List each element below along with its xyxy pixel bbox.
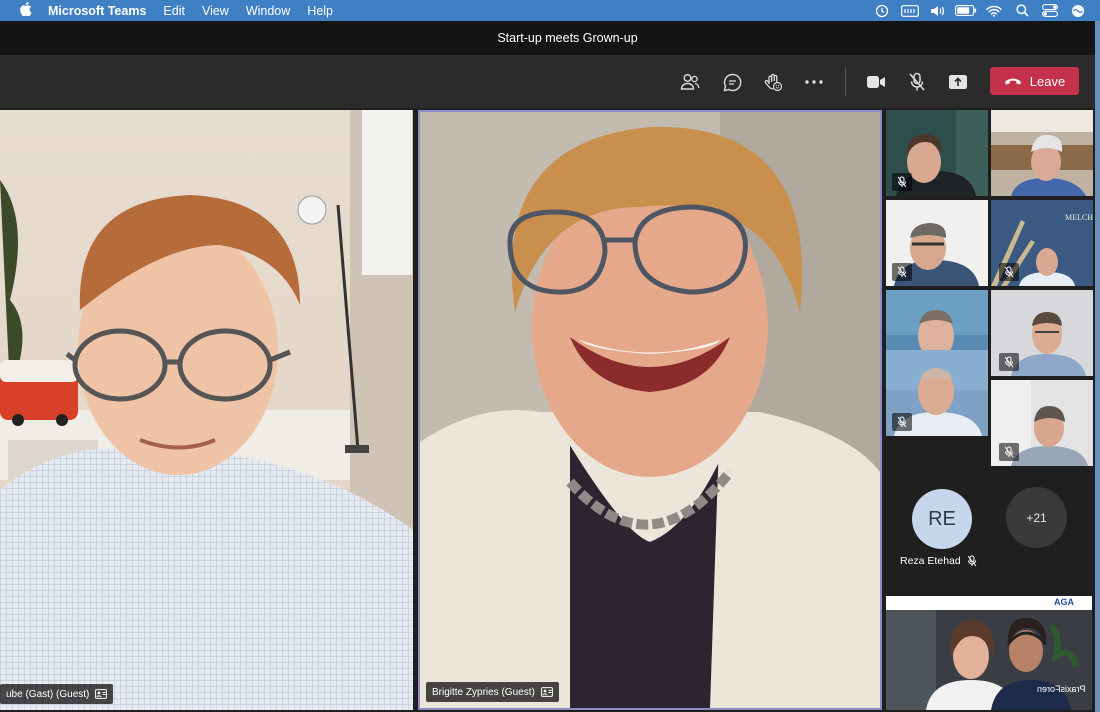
video-tile-small-4[interactable]: MELCHE: [991, 200, 1093, 286]
mic-muted-icon: [909, 72, 925, 91]
name-tag-center: Brigitte Zypries (Guest): [426, 682, 559, 702]
control-center-icon[interactable]: [1036, 0, 1064, 21]
menu-edit[interactable]: Edit: [163, 4, 185, 18]
tile-logo-text: MELCHE: [1065, 213, 1093, 222]
video-tile-small-3[interactable]: [886, 200, 988, 286]
menu-bar-status-area: [868, 0, 1092, 21]
wifi-icon[interactable]: [980, 0, 1008, 21]
meeting-toolbar: Leave: [0, 55, 1095, 108]
muted-indicator: [999, 443, 1019, 461]
company-logo: AGA: [1054, 597, 1074, 607]
volume-icon[interactable]: [924, 0, 952, 21]
participant-video-left: [0, 110, 413, 710]
more-participants-button[interactable]: +21: [1006, 487, 1067, 548]
meeting-title: Start-up meets Grown-up: [497, 31, 638, 45]
apple-logo-icon[interactable]: [18, 2, 34, 19]
video-tile-small-1[interactable]: [886, 110, 988, 196]
participant-name-left: ube (Gast) (Guest): [6, 688, 90, 700]
mic-button[interactable]: [902, 67, 932, 97]
share-screen-icon: [949, 75, 967, 89]
menu-help[interactable]: Help: [307, 4, 333, 18]
chat-button[interactable]: [717, 67, 747, 97]
mic-muted-icon: [897, 176, 907, 188]
reactions-icon: [764, 73, 783, 92]
keyboard-input-icon[interactable]: [896, 0, 924, 21]
more-actions-button[interactable]: [799, 67, 829, 97]
video-tile-bottom-right[interactable]: AGA PraxisForen: [886, 596, 1092, 710]
macos-menu-bar: Microsoft Teams Edit View Window Help: [0, 0, 1100, 21]
share-button[interactable]: [943, 67, 973, 97]
reactions-button[interactable]: [758, 67, 788, 97]
menu-app-name[interactable]: Microsoft Teams: [48, 4, 146, 18]
video-tile-left[interactable]: ube (Gast) (Guest): [0, 110, 413, 710]
guest-badge-icon: [540, 687, 553, 697]
muted-indicator: [892, 413, 912, 431]
name-tag-left: ube (Gast) (Guest): [0, 684, 114, 704]
video-tile-small-6[interactable]: [991, 290, 1093, 376]
muted-indicator: [892, 173, 912, 191]
menu-view[interactable]: View: [202, 4, 229, 18]
mic-muted-icon: [897, 416, 907, 428]
meeting-title-bar: Start-up meets Grown-up: [0, 21, 1095, 55]
toy-bus: [0, 360, 78, 426]
mic-muted-icon: [967, 555, 977, 567]
video-tile-small-8[interactable]: [991, 380, 1093, 466]
menu-window[interactable]: Window: [246, 4, 290, 18]
camera-icon: [867, 76, 885, 88]
people-button[interactable]: [675, 67, 705, 97]
leave-label: Leave: [1029, 73, 1066, 89]
participant-video-center: [420, 112, 880, 708]
muted-indicator: [999, 353, 1019, 371]
participant-name-reza-label: Reza Etehad: [900, 555, 961, 567]
participant-thumbnail: [991, 110, 1093, 196]
avatar-reza-etehad[interactable]: RE: [912, 489, 972, 549]
participant-name-center: Brigitte Zypries (Guest): [432, 686, 535, 698]
video-tile-small-2[interactable]: [991, 110, 1093, 196]
mic-muted-icon: [1004, 446, 1014, 458]
leave-button[interactable]: Leave: [990, 67, 1079, 95]
muted-indicator: [892, 263, 912, 281]
spotlight-search-icon[interactable]: [1008, 0, 1036, 21]
participant-name-reza: Reza Etehad: [900, 555, 1000, 567]
desktop-background-strip: [1095, 21, 1100, 712]
toolbar-divider: [845, 68, 846, 96]
more-actions-icon: [805, 80, 823, 84]
meeting-stage: ube (Gast) (Guest) Brigitte Zypries (Gue…: [0, 108, 1095, 712]
chat-icon: [723, 73, 741, 91]
hang-up-icon: [1004, 78, 1021, 85]
mic-muted-icon: [897, 266, 907, 278]
mic-muted-icon: [1004, 356, 1014, 368]
guest-badge-icon: [95, 689, 108, 699]
people-icon: [680, 74, 700, 90]
video-tile-small-7[interactable]: [886, 350, 988, 436]
battery-icon[interactable]: [952, 0, 980, 21]
teams-window: Microsoft Teams Edit View Window Help St…: [0, 0, 1100, 712]
muted-indicator: [999, 263, 1019, 281]
siri-icon[interactable]: [1064, 0, 1092, 21]
time-machine-icon[interactable]: [868, 0, 896, 21]
mic-muted-icon: [1004, 266, 1014, 278]
banner-caption: PraxisForen: [1037, 684, 1086, 694]
video-tile-active-speaker[interactable]: Brigitte Zypries (Guest): [418, 110, 882, 710]
camera-button[interactable]: [861, 67, 891, 97]
